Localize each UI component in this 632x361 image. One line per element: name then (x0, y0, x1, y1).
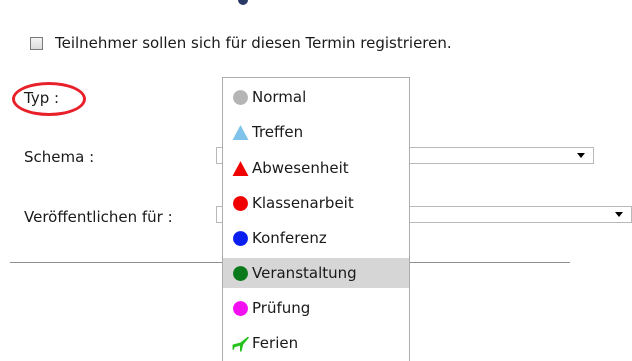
option-konferenz[interactable]: Konferenz (223, 223, 409, 253)
option-label: Treffen (252, 123, 304, 141)
red-triangle-icon (232, 160, 249, 176)
option-label: Konferenz (252, 229, 327, 247)
option-label: Prüfung (252, 299, 311, 317)
type-dropdown-list: Normal Treffen Abwesenheit Klassenarbeit… (222, 77, 410, 361)
dark-green-circle-icon (233, 265, 248, 281)
clipped-heading-fragment (238, 0, 248, 5)
option-klassenarbeit[interactable]: Klassenarbeit (223, 188, 409, 218)
schema-label: Schema : (24, 148, 95, 166)
chevron-down-icon (615, 212, 623, 217)
blue-circle-icon (233, 230, 248, 246)
option-label: Ferien (252, 334, 299, 352)
publish-label: Veröffentlichen für : (24, 208, 173, 226)
register-checkbox[interactable] (30, 36, 43, 50)
option-ferien[interactable]: Ferien (223, 328, 409, 358)
option-label: Abwesenheit (252, 159, 349, 177)
red-circle-icon (233, 195, 248, 211)
magenta-circle-icon (233, 300, 248, 316)
option-treffen[interactable]: Treffen (223, 117, 409, 147)
option-veranstaltung[interactable]: Veranstaltung (223, 258, 409, 288)
gray-circle-icon (233, 89, 248, 105)
event-form: Teilnehmer sollen sich für diesen Termin… (0, 0, 632, 361)
option-label: Veranstaltung (252, 264, 357, 282)
option-normal[interactable]: Normal (223, 82, 409, 112)
register-label: Teilnehmer sollen sich für diesen Termin… (55, 34, 452, 52)
option-label: Normal (252, 88, 307, 106)
option-abwesenheit[interactable]: Abwesenheit (223, 153, 409, 183)
chevron-down-icon (577, 153, 585, 158)
register-row: Teilnehmer sollen sich für diesen Termin… (30, 34, 452, 52)
light-blue-triangle-icon (232, 124, 249, 140)
option-label: Klassenarbeit (252, 194, 354, 212)
green-airplane-icon (232, 336, 249, 351)
highlight-ellipse (12, 82, 86, 116)
option-pruefung[interactable]: Prüfung (223, 293, 409, 323)
